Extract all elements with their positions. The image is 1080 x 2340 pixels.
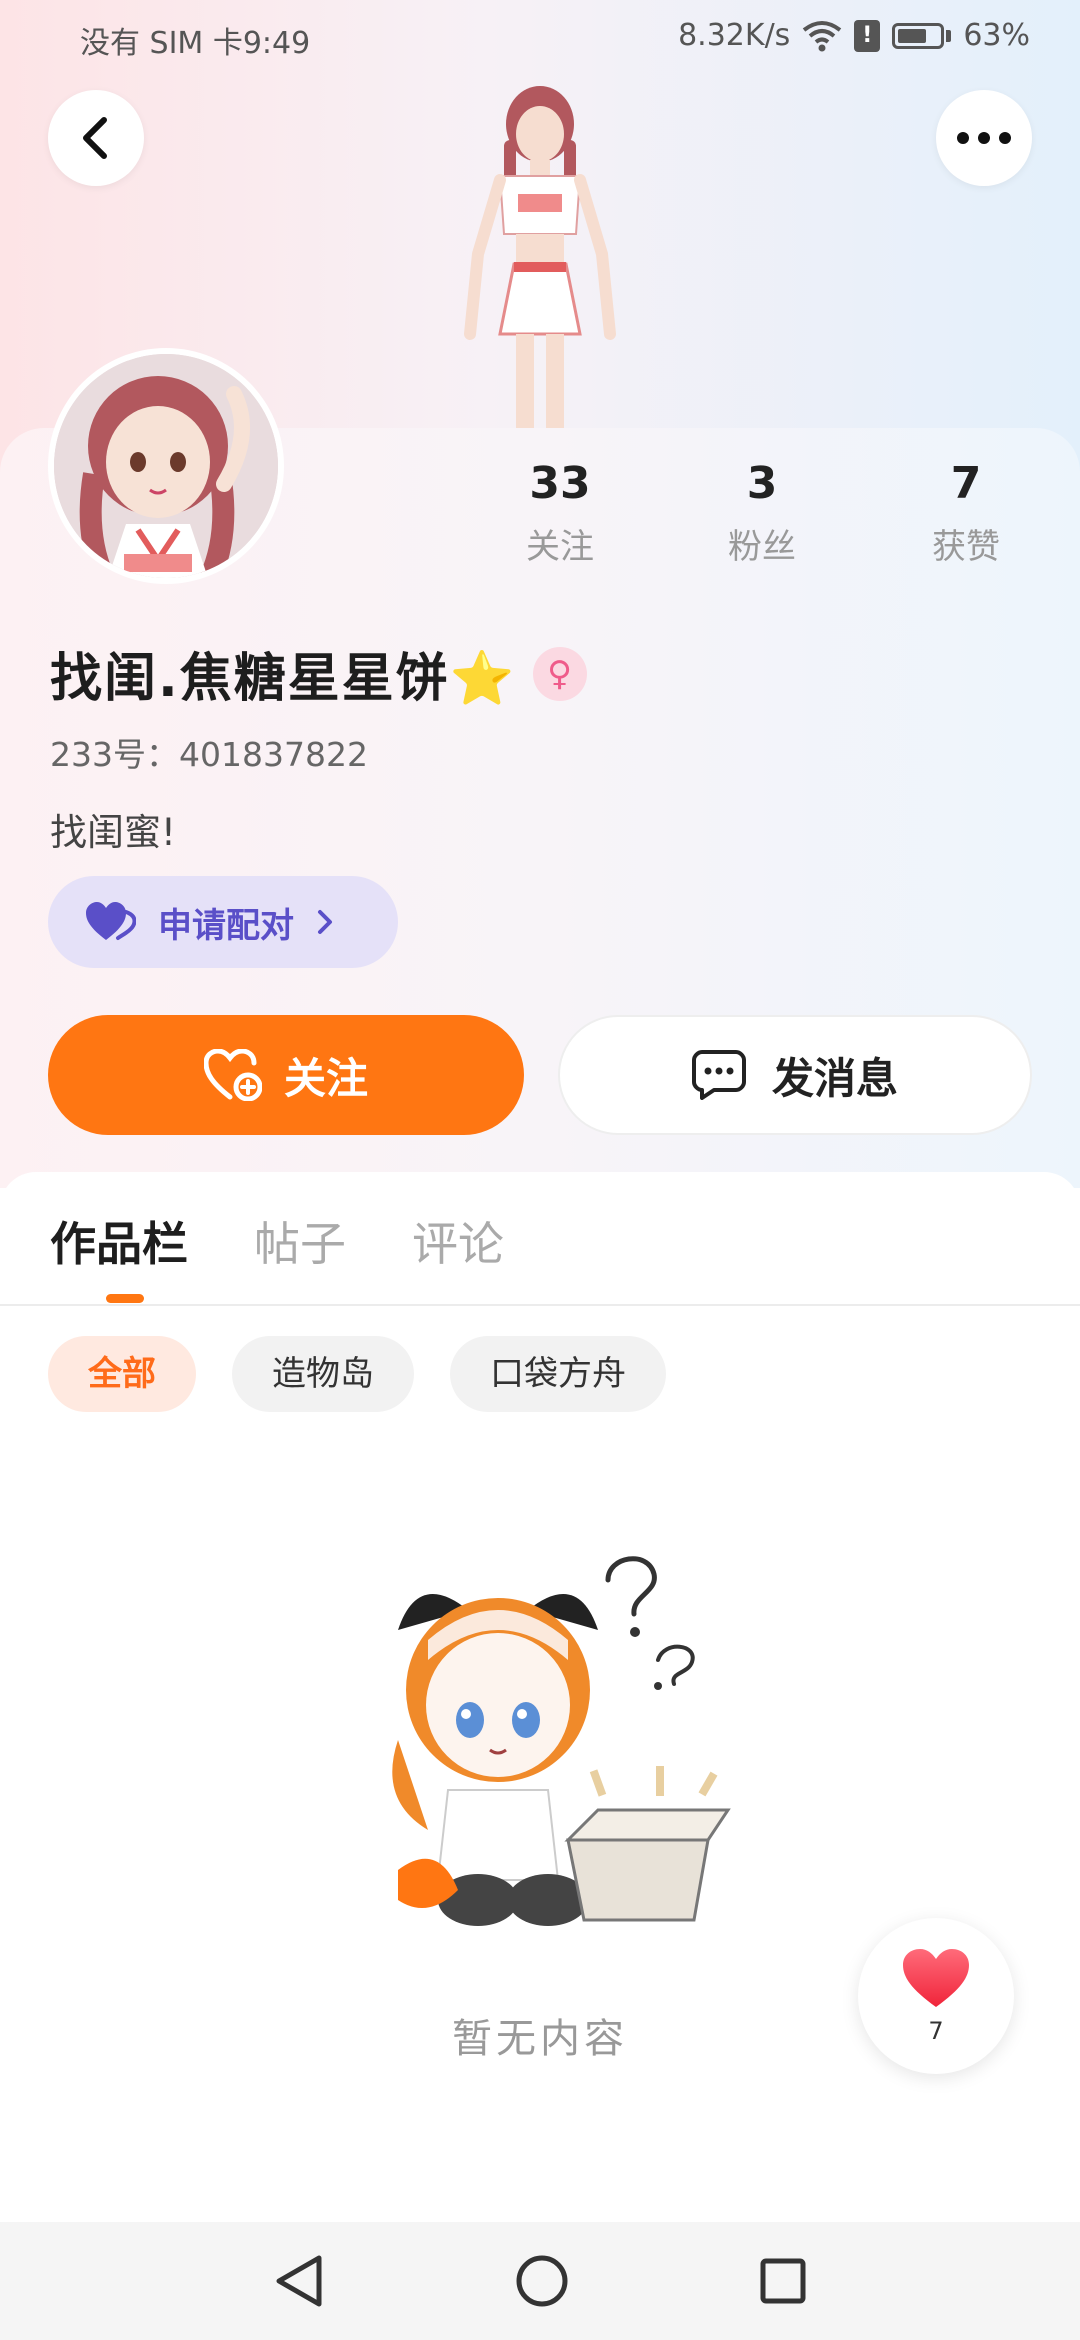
follow-label: 关注 [283,1053,368,1103]
pair-request-button[interactable]: 申请配对 [48,876,398,968]
avatar[interactable] [48,348,284,584]
tab-works[interactable]: 作品栏 [50,1208,188,1274]
content-tabs: 作品栏 帖子 评论 [50,1208,504,1274]
stat-followers[interactable]: 3 粉丝 [682,458,842,568]
stat-followers-count: 3 [746,458,778,509]
filter-pocket-ark[interactable]: 口袋方舟 [450,1336,666,1412]
battery-tip [946,29,952,42]
net-speed: 8.32K/s [678,18,791,53]
filter-creation-island[interactable]: 造物岛 [232,1336,414,1412]
stat-likes-count: 7 [950,458,982,509]
wifi-icon [803,20,842,51]
message-label: 发消息 [771,1053,898,1103]
more-button[interactable] [936,90,1032,186]
status-right: 8.32K/s ! 63% [678,18,1030,53]
nav-back-icon[interactable] [273,2254,325,2308]
nav-recents-icon[interactable] [759,2257,807,2305]
empty-state-illustration [392,1556,731,1926]
username: 找闺.焦糖星星饼⭐ [50,649,517,709]
stat-following-label: 关注 [526,527,594,567]
stat-following[interactable]: 33 关注 [480,458,640,568]
nav-home-icon[interactable] [515,2254,569,2308]
system-nav-bar [0,2222,1080,2340]
battery-icon [892,22,945,49]
stat-following-count: 33 [529,458,591,509]
more-dots-icon [957,132,1011,144]
battery-percent: 63% [963,18,1030,53]
carrier-time: 没有 SIM 卡9:49 [80,26,311,61]
stat-likes-label: 获赞 [932,527,1000,567]
status-bar: 没有 SIM 卡9:49 8.32K/s ! 63% [0,0,1080,72]
pair-request-label: 申请配对 [158,905,294,946]
heart-pair-icon [86,902,136,940]
tab-comments[interactable]: 评论 [412,1208,504,1274]
filter-chips: 全部 造物岛 口袋方舟 [48,1336,666,1412]
stat-followers-label: 粉丝 [728,527,796,567]
female-icon: ♀ [532,646,587,701]
avatar-image [54,354,278,578]
back-button[interactable] [48,90,144,186]
tab-posts[interactable]: 帖子 [254,1208,346,1274]
heart-plus-icon [203,1049,262,1101]
chat-bubble-icon [691,1050,746,1100]
heart-icon [903,1949,969,2007]
message-button[interactable]: 发消息 [558,1015,1032,1135]
tabs-divider [0,1304,1080,1306]
stat-likes[interactable]: 7 获赞 [886,458,1046,568]
name-row: 找闺.焦糖星星饼⭐ ♀ [50,636,587,711]
follow-button[interactable]: 关注 [48,1015,524,1135]
chevron-left-icon [83,117,107,159]
user-bio: 找闺蜜! [50,811,176,854]
filter-all[interactable]: 全部 [48,1336,196,1412]
alert-icon: ! [854,19,881,52]
user-id: 233号：401837822 [50,735,368,774]
chevron-right-icon [318,910,332,934]
avatar-figure-3d [464,86,616,429]
active-tab-indicator [106,1294,144,1303]
like-button[interactable]: 7 [858,1918,1014,2074]
like-count: 7 [928,2017,944,2045]
